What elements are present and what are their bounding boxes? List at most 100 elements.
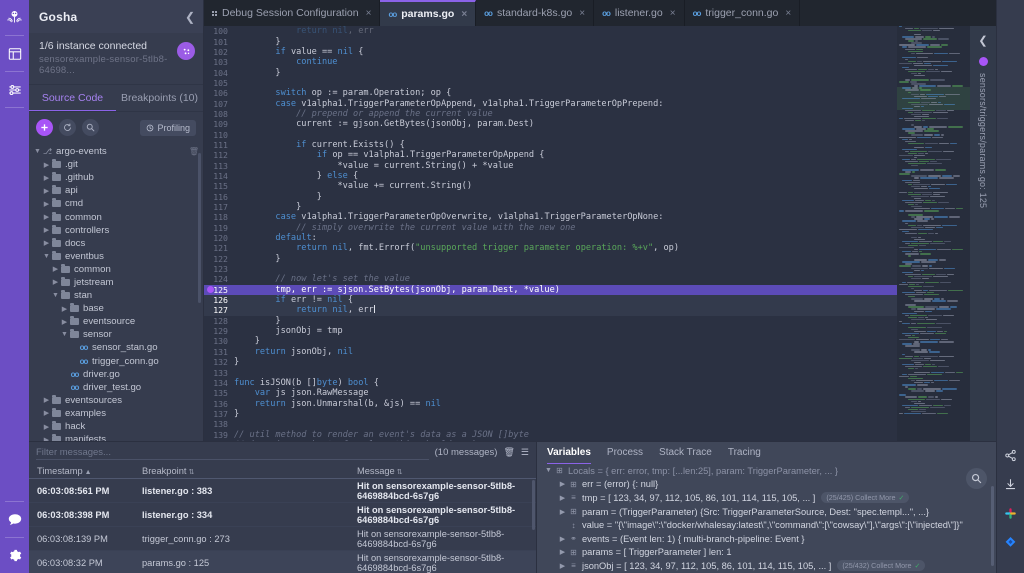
column-header-timestamp[interactable]: Timestamp ▲ (37, 466, 142, 476)
tree-folder-common[interactable]: ▶ common (29, 210, 203, 223)
tree-file-sensor_stan-go[interactable]: oo sensor_stan.go (29, 341, 203, 354)
code-line-103[interactable]: 103 continue (204, 57, 923, 67)
gear-icon[interactable] (0, 538, 29, 573)
code-line-106[interactable]: 106 switch op := param.Operation; op { (204, 88, 923, 98)
chevron-right-icon[interactable]: ▶ (60, 305, 69, 313)
column-header-message[interactable]: Message ⇅ (357, 466, 536, 476)
tree-folder-argo-events[interactable]: ▼ ⎇ argo-events 🗑 (29, 145, 203, 158)
search-icon[interactable] (82, 119, 99, 136)
chevron-right-icon[interactable]: ▶ (51, 278, 60, 286)
chevron-right-icon[interactable]: ▶ (42, 200, 51, 208)
code-line-119[interactable]: 119 // simply overwrite the current valu… (204, 223, 923, 233)
tree-folder-examples[interactable]: ▶ examples (29, 407, 203, 420)
code-line-121[interactable]: 121 return nil, fmt.Errorf("unsupported … (204, 243, 923, 253)
code-line-116[interactable]: 116 } (204, 192, 923, 202)
variable-row[interactable]: ▶ ⚭ events = (Event len: 1) { multi-branch… (537, 532, 996, 546)
tree-folder-eventbus[interactable]: ▼ eventbus (29, 250, 203, 263)
cookie-avatar-icon[interactable] (177, 42, 195, 60)
code-line-134[interactable]: 134 func isJSON(b []byte) bool { (204, 378, 923, 388)
code-line-123[interactable]: 123 (204, 264, 923, 274)
column-header-breakpoint[interactable]: Breakpoint ⇅ (142, 466, 357, 476)
code-line-133[interactable]: 133 (204, 367, 923, 378)
tab-breakpoints[interactable]: Breakpoints (10) (116, 85, 203, 111)
octopus-logo-icon[interactable] (0, 0, 29, 35)
tree-file-driver_test-go[interactable]: oo driver_test.go (29, 381, 203, 394)
tree-folder-hack[interactable]: ▶ hack (29, 420, 203, 433)
variables-tree[interactable]: ▼ ⊞ Locals = { err: error, tmp: [...len:25… (537, 464, 996, 573)
tree-folder-jetstream[interactable]: ▶ jetstream (29, 276, 203, 289)
code-line-135[interactable]: 135 var js json.RawMessage (204, 388, 923, 398)
tab-source-code[interactable]: Source Code (29, 85, 116, 111)
tree-folder-common[interactable]: ▶ common (29, 263, 203, 276)
code-line-125[interactable]: 125 tmp, err := sjson.SetBytes(jsonObj, … (204, 284, 923, 295)
variable-row[interactable]: ▶ ⊞ err = (error) {: null} (537, 478, 996, 492)
chevron-right-icon[interactable]: ▶ (42, 174, 51, 182)
profiling-button[interactable]: Profiling (140, 119, 196, 136)
code-line-117[interactable]: 117 } (204, 202, 923, 212)
code-line-131[interactable]: 131 return jsonObj, nil (204, 347, 923, 357)
tree-folder-github[interactable]: ▶ .github (29, 171, 203, 184)
chevron-right-icon[interactable]: ▶ (42, 187, 51, 195)
code-line-107[interactable]: 107 case v1alpha1.TriggerParameterOpAppe… (204, 98, 923, 109)
code-line-113[interactable]: 113 *value = current.String() + *value (204, 160, 923, 171)
chevron-right-icon[interactable]: ▶ (557, 480, 568, 488)
chevron-right-icon[interactable]: ▶ (42, 239, 51, 247)
close-icon[interactable]: × (670, 8, 676, 19)
sliders-icon[interactable] (0, 72, 29, 107)
code-line-100[interactable]: 100 return nil, err (204, 26, 923, 36)
code-line-122[interactable]: 122 } (204, 254, 923, 264)
variable-row[interactable]: ▶ ⊞ params = [ TriggerParameter ] len: 1 (537, 546, 996, 560)
tab-process[interactable]: Process (607, 442, 643, 464)
code-line-101[interactable]: 101 } (204, 36, 923, 47)
table-row[interactable]: 06:03:08:561 PM listener.go : 383 Hit on s… (29, 479, 536, 503)
tree-folder-controllers[interactable]: ▶ controllers (29, 224, 203, 237)
code-line-112[interactable]: 112 if op == v1alpha1.TriggerParameterOp… (204, 150, 923, 160)
chevron-right-icon[interactable]: ▶ (557, 548, 568, 556)
tree-file-trigger_conn-go[interactable]: oo trigger_conn.go (29, 355, 203, 368)
close-icon[interactable]: × (461, 9, 467, 20)
messages-scrollbar[interactable] (532, 480, 535, 530)
code-line-129[interactable]: 129 jsonObj = tmp (204, 326, 923, 336)
filter-messages-input[interactable] (36, 445, 429, 460)
chevron-down-icon[interactable]: ▼ (33, 148, 42, 155)
code-line-115[interactable]: 115 *value += current.String() (204, 181, 923, 191)
tree-folder-eventsource[interactable]: ▶ eventsource (29, 315, 203, 328)
code-line-120[interactable]: 120 default: (204, 233, 923, 243)
code-line-138[interactable]: 138 (204, 419, 923, 429)
share-icon[interactable] (997, 441, 1024, 470)
table-row[interactable]: 06:03:08:139 PM trigger_conn.go : 273 Hit … (29, 527, 536, 551)
code-line-127[interactable]: 127 return nil, err (204, 305, 923, 316)
editor-tab-params-go[interactable]: oo params.go × (380, 0, 477, 26)
chevron-right-icon[interactable]: ▶ (557, 535, 568, 543)
tree-folder-sensor[interactable]: ▼ sensor (29, 328, 203, 341)
editor-tab-standard-k8s-go[interactable]: oo standard-k8s.go × (476, 0, 595, 26)
table-row[interactable]: 06:03:08:32 PM params.go : 125 Hit on sens… (29, 551, 536, 573)
code-line-102[interactable]: 102 if value == nil { (204, 47, 923, 57)
tree-folder-api[interactable]: ▶ api (29, 184, 203, 197)
editor-tab-listener-go[interactable]: oo listener.go × (594, 0, 685, 26)
tree-scrollbar[interactable] (198, 153, 201, 303)
variable-row[interactable]: ▶ ⊞ param = (TriggerParameter) {Src: Trigg… (537, 505, 996, 519)
code-line-130[interactable]: 130 } (204, 336, 923, 346)
chevron-right-icon[interactable]: ▶ (557, 508, 568, 516)
chevron-right-icon[interactable]: ▶ (42, 226, 51, 234)
tree-folder-base[interactable]: ▶ base (29, 302, 203, 315)
trash-icon[interactable]: 🗑 (503, 447, 514, 458)
bar-chart-icon[interactable]: ☰ (521, 447, 529, 458)
editor-tab-trigger-conn-go[interactable]: oo trigger_conn.go × (685, 0, 801, 26)
code-line-132[interactable]: 132} (204, 357, 923, 367)
chevron-right-icon[interactable]: ▶ (557, 494, 568, 502)
variable-row[interactable]: ▶ ≡ tmp = [ 123, 34, 97, 112, 105, 86, 101… (537, 491, 996, 505)
jira-icon[interactable] (997, 528, 1024, 557)
variable-row[interactable]: ↕ value = "{\"image\":\"docker/whalesay:l… (537, 518, 996, 532)
chevron-down-icon[interactable]: ▼ (51, 292, 60, 299)
tree-file-driver-go[interactable]: oo driver.go (29, 368, 203, 381)
close-icon[interactable]: × (785, 8, 791, 19)
chevron-right-icon[interactable]: ▶ (42, 423, 51, 431)
code-line-136[interactable]: 136 return json.Unmarshal(b, &js) == nil (204, 398, 923, 409)
code-lines[interactable]: 100 return nil, err 101 } 102 if value == … (204, 26, 923, 441)
tab-stack-trace[interactable]: Stack Trace (659, 442, 712, 464)
collect-more-chip[interactable]: (25/425) Collect More ✓ (821, 492, 909, 504)
code-line-118[interactable]: 118 case v1alpha1.TriggerParameterOpOver… (204, 212, 923, 222)
slack-icon[interactable] (997, 499, 1024, 528)
